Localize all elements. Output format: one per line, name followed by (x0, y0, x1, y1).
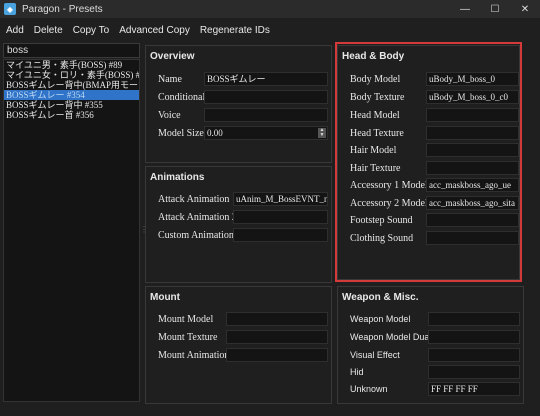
voice-field[interactable] (204, 108, 328, 122)
regenerate-ids-button[interactable]: Regenerate IDs (200, 25, 270, 36)
animations-panel: Animations Attack Animation uAnim_M_Boss… (145, 166, 332, 283)
voice-label: Voice (158, 110, 181, 121)
attack-animation-label: Attack Animation (158, 194, 230, 205)
hair-texture-label: Hair Texture (350, 163, 401, 174)
menu-bar: Add Delete Copy To Advanced Copy Regener… (0, 18, 540, 42)
mount-texture-field[interactable] (226, 330, 328, 344)
head-texture-label: Head Texture (350, 128, 404, 139)
hair-texture-field[interactable] (426, 161, 519, 175)
unknown-label: Unknown (350, 384, 388, 394)
accessory-2-model-label: Accessory 2 Model (350, 198, 428, 209)
custom-animation-label: Custom Animation (158, 230, 234, 241)
head-body-title: Head & Body (342, 51, 405, 62)
conditional-label: Conditional (158, 92, 206, 103)
list-item[interactable]: BOSSギムレー背中 #355 (4, 100, 139, 110)
weapon-model-field[interactable] (428, 312, 520, 326)
head-model-label: Head Model (350, 110, 400, 121)
body-texture-field[interactable]: uBody_M_boss_0_c0 (426, 90, 519, 104)
visual-effect-label: Visual Effect (350, 350, 400, 360)
mount-model-field[interactable] (226, 312, 328, 326)
list-item[interactable]: BOSSギムレー背中(BMAP用モーション (4, 80, 139, 90)
spin-buttons[interactable]: ▲ ▼ (318, 128, 326, 138)
accessory-1-model-label: Accessory 1 Model (350, 180, 428, 191)
attack-animation-2-label: Attack Animation 2 (158, 212, 237, 223)
advanced-copy-button[interactable]: Advanced Copy (119, 25, 190, 36)
mount-animation-label: Mount Animation (158, 350, 230, 361)
attack-animation-2-field[interactable] (233, 210, 328, 224)
animations-title: Animations (150, 172, 205, 183)
footstep-sound-field[interactable] (426, 213, 519, 227)
hid-label: Hid (350, 367, 364, 377)
footstep-sound-label: Footstep Sound (350, 215, 413, 226)
clothing-sound-label: Clothing Sound (350, 233, 414, 244)
clothing-sound-field[interactable] (426, 231, 519, 245)
weapon-misc-panel: Weapon & Misc. Weapon Model Weapon Model… (337, 286, 524, 404)
weapon-model-dual-label: Weapon Model Dual (350, 332, 432, 342)
window-title: Paragon - Presets (22, 3, 103, 15)
body-texture-label: Body Texture (350, 92, 405, 103)
weapon-misc-title: Weapon & Misc. (342, 292, 419, 303)
list-item[interactable]: マイユニ男・素手(BOSS) #89 (4, 60, 139, 70)
conditional-field[interactable] (204, 90, 328, 104)
head-texture-field[interactable] (426, 126, 519, 140)
overview-panel: Overview Name BOSSギムレー Conditional Voice… (145, 45, 332, 163)
mount-title: Mount (150, 292, 180, 303)
minimize-button[interactable]: — (450, 0, 480, 18)
preset-list[interactable]: マイユニ男・素手(BOSS) #89 マイユニ女・ロリ・素手(BOSS) #94… (3, 59, 140, 402)
close-button[interactable]: ✕ (510, 0, 540, 18)
hair-model-field[interactable] (426, 143, 519, 157)
spin-down-icon[interactable]: ▼ (318, 133, 326, 138)
copy-to-button[interactable]: Copy To (73, 25, 110, 36)
app-icon: ◆ (4, 3, 16, 15)
list-item-selected[interactable]: BOSSギムレー #354 (4, 90, 139, 100)
add-button[interactable]: Add (6, 25, 24, 36)
model-size-label: Model Size (158, 128, 204, 139)
mount-texture-label: Mount Texture (158, 332, 218, 343)
maximize-button[interactable]: ☐ (480, 0, 510, 18)
list-item[interactable]: マイユニ女・ロリ・素手(BOSS) #94 (4, 70, 139, 80)
head-body-panel: Head & Body Body Model uBody_M_boss_0 Bo… (337, 45, 520, 280)
accessory-2-model-field[interactable]: acc_maskboss_ago_sita (426, 196, 519, 210)
search-input[interactable] (3, 43, 140, 58)
model-size-value: 0.00 (207, 128, 223, 138)
overview-title: Overview (150, 51, 195, 62)
custom-animation-field[interactable] (233, 228, 328, 242)
title-bar: ◆ Paragon - Presets — ☐ ✕ (0, 0, 540, 18)
mount-animation-field[interactable] (226, 348, 328, 362)
accessory-1-model-field[interactable]: acc_maskboss_ago_ue (426, 178, 519, 192)
attack-animation-field[interactable]: uAnim_M_BossEVNT_no (233, 192, 328, 206)
visual-effect-field[interactable] (428, 348, 520, 362)
mount-model-label: Mount Model (158, 314, 214, 325)
weapon-model-label: Weapon Model (350, 314, 411, 324)
hid-field[interactable] (428, 365, 520, 379)
delete-button[interactable]: Delete (34, 25, 63, 36)
name-field[interactable]: BOSSギムレー (204, 72, 328, 86)
weapon-model-dual-field[interactable] (428, 330, 520, 344)
mount-panel: Mount Mount Model Mount Texture Mount An… (145, 286, 332, 404)
unknown-field[interactable]: FF FF FF FF (428, 382, 520, 396)
model-size-stepper[interactable]: 0.00 ▲ ▼ (204, 126, 328, 140)
body-model-label: Body Model (350, 74, 401, 85)
body-model-field[interactable]: uBody_M_boss_0 (426, 72, 519, 86)
list-item[interactable]: BOSSギムレー首 #356 (4, 110, 139, 120)
name-label: Name (158, 74, 182, 85)
head-model-field[interactable] (426, 108, 519, 122)
hair-model-label: Hair Model (350, 145, 397, 156)
